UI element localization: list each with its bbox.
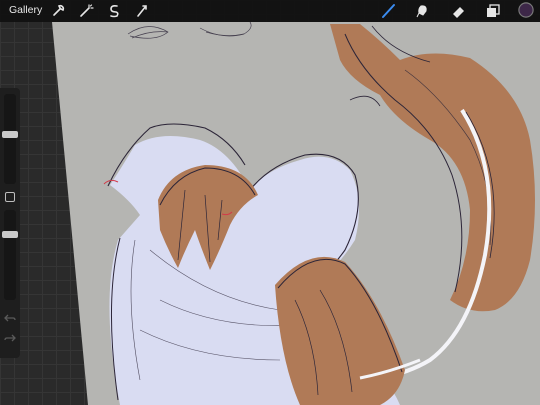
brush-icon[interactable] xyxy=(380,3,396,19)
transform-icon[interactable] xyxy=(134,3,150,19)
gallery-button[interactable]: Gallery xyxy=(9,4,42,16)
left-sidebar xyxy=(0,88,20,358)
opacity-thumb[interactable] xyxy=(2,230,18,238)
layers-icon[interactable] xyxy=(485,3,501,19)
top-toolbar: Gallery xyxy=(0,0,540,22)
eraser-icon[interactable] xyxy=(450,3,466,19)
brush-size-slider[interactable] xyxy=(4,94,16,184)
opacity-slider[interactable] xyxy=(4,210,16,300)
selection-icon[interactable] xyxy=(106,3,122,19)
color-swatch[interactable] xyxy=(518,2,536,20)
actions-icon[interactable] xyxy=(50,3,66,19)
undo-icon[interactable] xyxy=(4,310,16,322)
brush-size-thumb[interactable] xyxy=(2,131,18,139)
adjustments-icon[interactable] xyxy=(78,3,94,19)
redo-icon[interactable] xyxy=(4,330,16,342)
drawing-canvas[interactable] xyxy=(0,0,540,405)
modify-button[interactable] xyxy=(5,192,15,202)
smudge-icon[interactable] xyxy=(415,3,431,19)
